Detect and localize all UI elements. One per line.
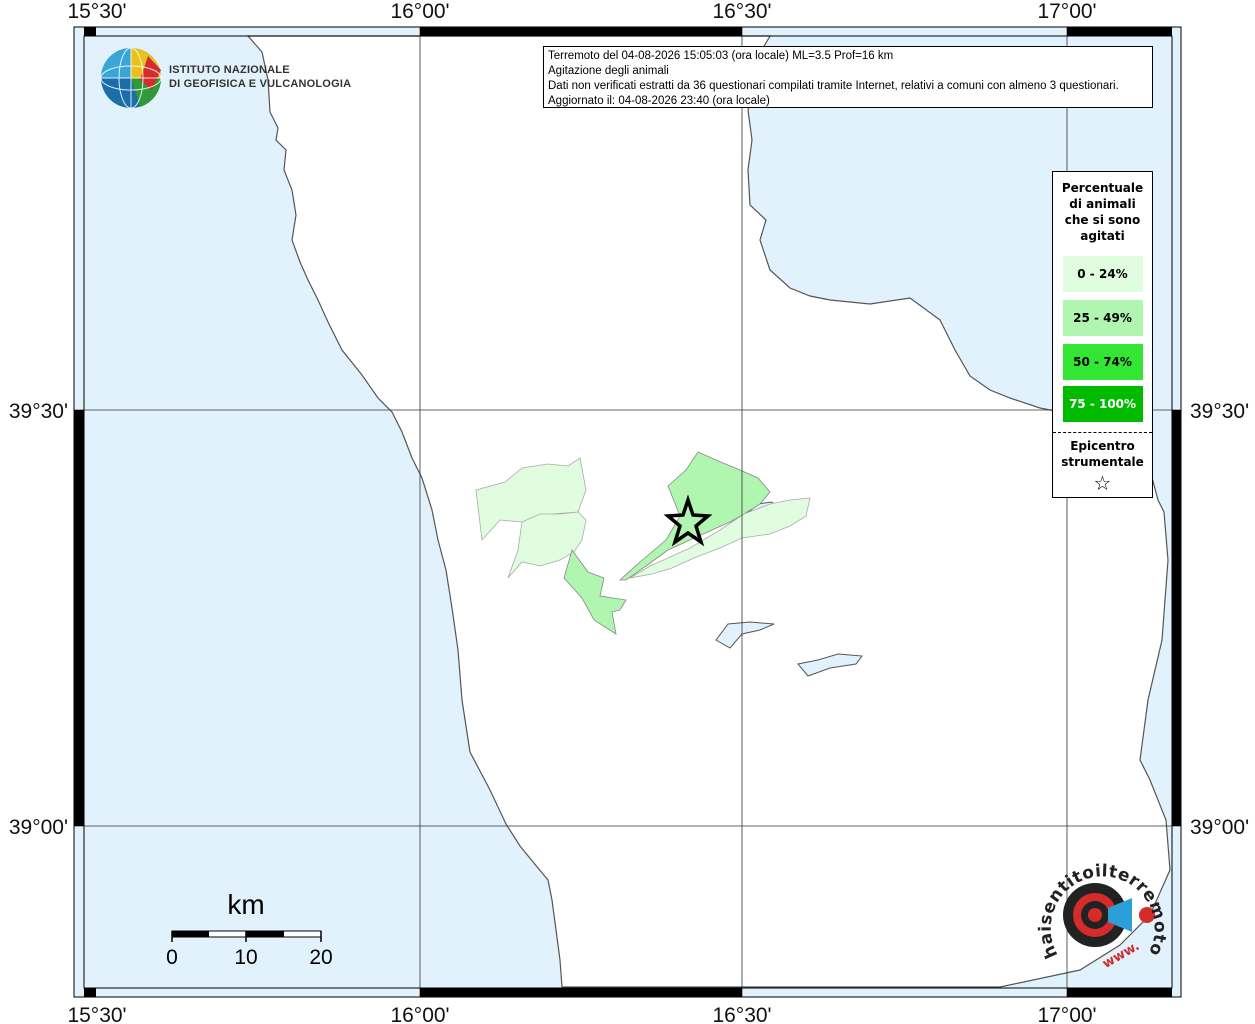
legend-item-50-74: 50 - 74% xyxy=(1062,344,1143,380)
lon-label-bottom-1530: 15°30' xyxy=(67,1004,126,1024)
legend-epicenter-line: strumentale xyxy=(1061,455,1144,469)
legend-title-line: Percentuale xyxy=(1061,181,1144,195)
lon-label-top-1530: 15°30' xyxy=(67,0,126,23)
scale-unit: km xyxy=(227,889,264,920)
legend-star-icon: ☆ xyxy=(1093,471,1112,495)
event-info-box: Terremoto del 04-08-2026 15:05:03 (ora l… xyxy=(543,46,1153,108)
lon-label-top-1700: 17°00' xyxy=(1037,0,1096,23)
lat-label-right-3900: 39°00' xyxy=(1190,816,1249,839)
seismic-map: 15°30' 16°00' 16°30' 17°00' 15°30' 16°00… xyxy=(0,0,1249,1024)
scale-label-10: 10 xyxy=(234,946,257,969)
update-time: Aggiornato il: 04-08-2026 23:40 (ora loc… xyxy=(548,95,770,107)
legend-epicenter-label: Epicentro strumentale xyxy=(1053,438,1152,470)
institute-line-1: ISTITUTO NAZIONALE xyxy=(169,64,290,76)
legend-title-line: che si sono xyxy=(1064,213,1141,227)
lon-label-top-1600: 16°00' xyxy=(390,0,449,23)
legend-epicenter-line: Epicentro xyxy=(1070,439,1135,453)
scale-label-0: 0 xyxy=(166,946,178,969)
lon-label-bottom-1700: 17°00' xyxy=(1037,1004,1096,1024)
lon-label-bottom-1630: 16°30' xyxy=(712,1004,771,1024)
lat-label-left-3900: 39°00' xyxy=(9,816,68,839)
lat-label-right-3930: 39°30' xyxy=(1190,400,1249,423)
scale-label-20: 20 xyxy=(309,946,332,969)
legend-item-0-24: 0 - 24% xyxy=(1062,256,1143,292)
lon-label-bottom-1600: 16°00' xyxy=(390,1004,449,1024)
lat-label-left-3930: 39°30' xyxy=(9,400,68,423)
legend: Percentuale di animali che si sono agita… xyxy=(1052,171,1153,498)
legend-title-line: di animali xyxy=(1069,197,1136,211)
institute-line-2: DI GEOFISICA E VULCANOLOGIA xyxy=(169,78,352,90)
lon-label-top-1630: 16°30' xyxy=(712,0,771,23)
legend-item-75-100: 75 - 100% xyxy=(1062,386,1143,422)
institute-name: ISTITUTO NAZIONALE DI GEOFISICA E VULCAN… xyxy=(169,63,351,91)
data-note: Dati non verificati estratti da 36 quest… xyxy=(548,80,1119,92)
map-subject: Agitazione degli animali xyxy=(548,65,669,77)
legend-item-25-49: 25 - 49% xyxy=(1062,300,1143,336)
legend-title: Percentuale di animali che si sono agita… xyxy=(1053,180,1152,244)
legend-divider xyxy=(1053,432,1152,433)
legend-title-line: agitati xyxy=(1080,229,1125,243)
event-line: Terremoto del 04-08-2026 15:05:03 (ora l… xyxy=(548,50,894,62)
ingv-logo-icon xyxy=(100,47,162,109)
